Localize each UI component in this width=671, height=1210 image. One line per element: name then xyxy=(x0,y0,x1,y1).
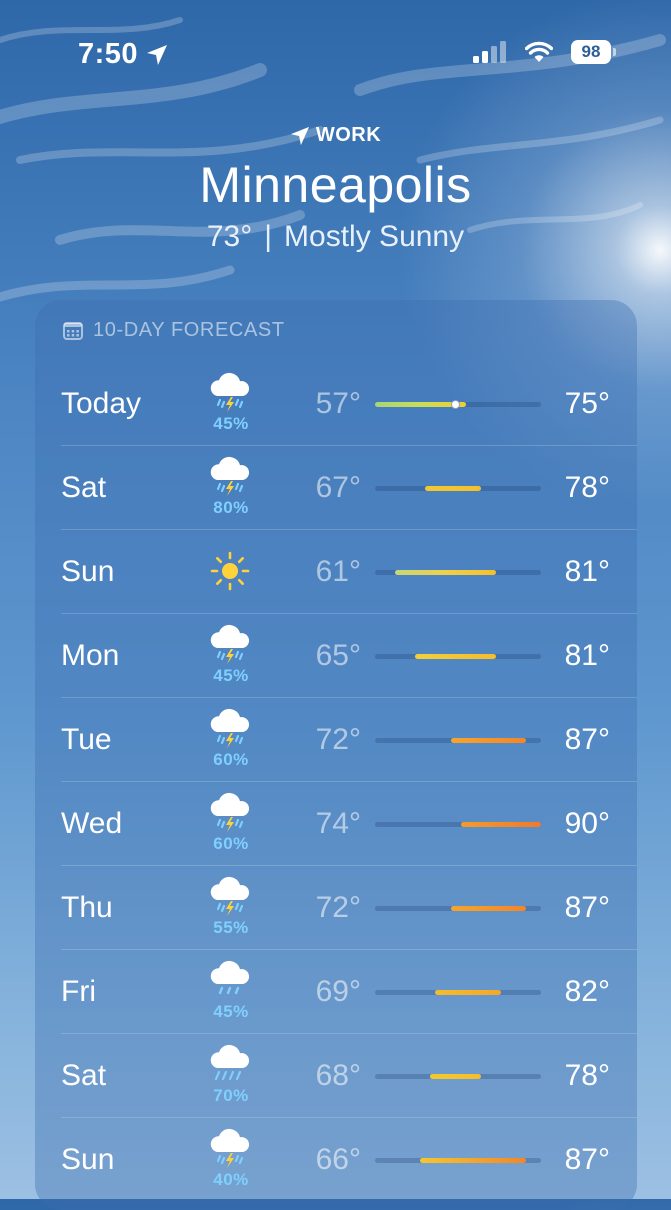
low-temperature: 65° xyxy=(315,639,361,672)
condition-text: Mostly Sunny xyxy=(284,220,465,253)
low-temperature: 68° xyxy=(315,1059,361,1092)
low-temperature: 74° xyxy=(315,807,361,840)
forecast-row[interactable]: Sat 70% 68° 78° xyxy=(35,1034,637,1118)
high-temperature: 87° xyxy=(564,891,610,924)
precipitation-chance: 40% xyxy=(213,1170,249,1189)
location-name: WORK xyxy=(315,124,382,146)
clock-text: 7:50 xyxy=(78,38,139,70)
forecast-row[interactable]: Mon 45% 65° 81° xyxy=(35,614,637,698)
low-temperature: 67° xyxy=(315,471,361,504)
thunderstorm-icon xyxy=(205,372,255,414)
low-temperature: 69° xyxy=(315,975,361,1008)
temperature-range-fill xyxy=(425,486,481,491)
separator: | xyxy=(264,220,273,253)
forecast-day: Sun xyxy=(61,555,115,588)
temperature-range-bar xyxy=(375,400,541,409)
temperature-range-fill xyxy=(460,822,541,827)
wifi-icon xyxy=(525,41,553,62)
forecast-day: Thu xyxy=(61,891,113,924)
high-temperature: 87° xyxy=(564,1143,610,1176)
low-temperature: 72° xyxy=(315,891,361,924)
thunderstorm-icon xyxy=(205,876,255,918)
current-conditions: 73° | Mostly Sunny xyxy=(0,220,671,254)
temperature-range-bar xyxy=(375,906,541,911)
temperature-range-bar xyxy=(375,570,541,575)
temperature-range-bar xyxy=(375,1074,541,1079)
temperature-range-fill xyxy=(450,738,526,743)
forecast-day: Today xyxy=(61,387,142,420)
high-temperature: 78° xyxy=(564,471,610,504)
city-name: Minneapolis xyxy=(199,157,472,213)
ten-day-forecast-card[interactable]: 10-DAY FORECAST Today 45% 57° 75° Sat 80% 67° 7… xyxy=(35,300,637,1210)
precipitation-chance: 60% xyxy=(213,834,249,853)
high-temperature: 81° xyxy=(564,639,610,672)
thunderstorm-icon xyxy=(205,624,255,666)
temperature-range-bar xyxy=(375,990,541,995)
temperature-range-fill xyxy=(450,906,526,911)
thunderstorm-icon xyxy=(205,456,255,498)
forecast-row[interactable]: Thu 55% 72° 87° xyxy=(35,866,637,950)
low-temperature: 61° xyxy=(315,555,361,588)
temperature-range-bar xyxy=(375,738,541,743)
high-temperature: 78° xyxy=(564,1059,610,1092)
forecast-day: Tue xyxy=(61,723,112,756)
status-icons: 98 xyxy=(473,40,616,64)
forecast-day: Wed xyxy=(61,807,123,840)
status-time: 7:50 xyxy=(78,38,168,71)
calendar-icon xyxy=(63,321,83,340)
forecast-row[interactable]: Sat 80% 67° 78° xyxy=(35,446,637,530)
cellular-signal-icon xyxy=(473,41,506,63)
temperature-range-fill xyxy=(420,1158,526,1163)
high-temperature: 82° xyxy=(564,975,610,1008)
temperature-range-bar xyxy=(375,486,541,491)
precipitation-chance: 45% xyxy=(213,414,249,433)
high-temperature: 81° xyxy=(564,555,610,588)
thunderstorm-icon xyxy=(205,1128,255,1170)
battery-level: 98 xyxy=(581,42,601,61)
temperature-range-bar xyxy=(375,822,541,827)
precipitation-chance: 70% xyxy=(213,1086,249,1105)
low-temperature: 72° xyxy=(315,723,361,756)
forecast-row[interactable]: Fri 45% 69° 82° xyxy=(35,950,637,1034)
forecast-day: Sat xyxy=(61,471,107,504)
forecast-row[interactable]: Tue 60% 72° 87° xyxy=(35,698,637,782)
temperature-range-fill xyxy=(430,1074,481,1079)
high-temperature: 75° xyxy=(564,387,610,420)
sun-icon xyxy=(205,551,255,593)
temperature-range-bar xyxy=(375,1158,541,1163)
precipitation-chance: 45% xyxy=(213,1002,249,1021)
precipitation-chance: 45% xyxy=(213,666,249,685)
forecast-row[interactable]: Wed 60% 74° 90° xyxy=(35,782,637,866)
forecast-title: 10-DAY FORECAST xyxy=(93,319,285,341)
temperature-range-fill xyxy=(435,990,501,995)
high-temperature: 87° xyxy=(564,723,610,756)
forecast-day: Sun xyxy=(61,1143,115,1176)
temperature-range-fill xyxy=(395,570,496,575)
forecast-day: Sat xyxy=(61,1059,107,1092)
heavy-rain-icon xyxy=(205,1044,255,1086)
rain-icon xyxy=(205,960,255,1002)
temperature-range-fill xyxy=(415,654,496,659)
thunderstorm-icon xyxy=(205,792,255,834)
location-arrow-icon xyxy=(290,126,309,145)
precipitation-chance: 80% xyxy=(213,498,249,517)
precipitation-chance: 55% xyxy=(213,918,249,937)
low-temperature: 57° xyxy=(315,387,361,420)
location-label: WORK xyxy=(0,124,671,147)
precipitation-chance: 60% xyxy=(213,750,249,769)
current-temperature: 73° xyxy=(206,220,253,253)
forecast-row[interactable]: Sun 61° 81° xyxy=(35,530,637,614)
high-temperature: 90° xyxy=(564,807,610,840)
forecast-day: Fri xyxy=(61,975,96,1008)
thunderstorm-icon xyxy=(205,708,255,750)
forecast-row[interactable]: Today 45% 57° 75° xyxy=(35,362,637,446)
battery-indicator: 98 xyxy=(571,40,616,64)
temperature-range-bar xyxy=(375,654,541,659)
forecast-row[interactable]: Sun 40% 66° 87° xyxy=(35,1118,637,1202)
forecast-day: Mon xyxy=(61,639,120,672)
forecast-header: 10-DAY FORECAST xyxy=(63,319,285,342)
low-temperature: 66° xyxy=(315,1143,361,1176)
current-temperature-marker xyxy=(451,400,460,409)
location-arrow-icon xyxy=(147,44,168,65)
